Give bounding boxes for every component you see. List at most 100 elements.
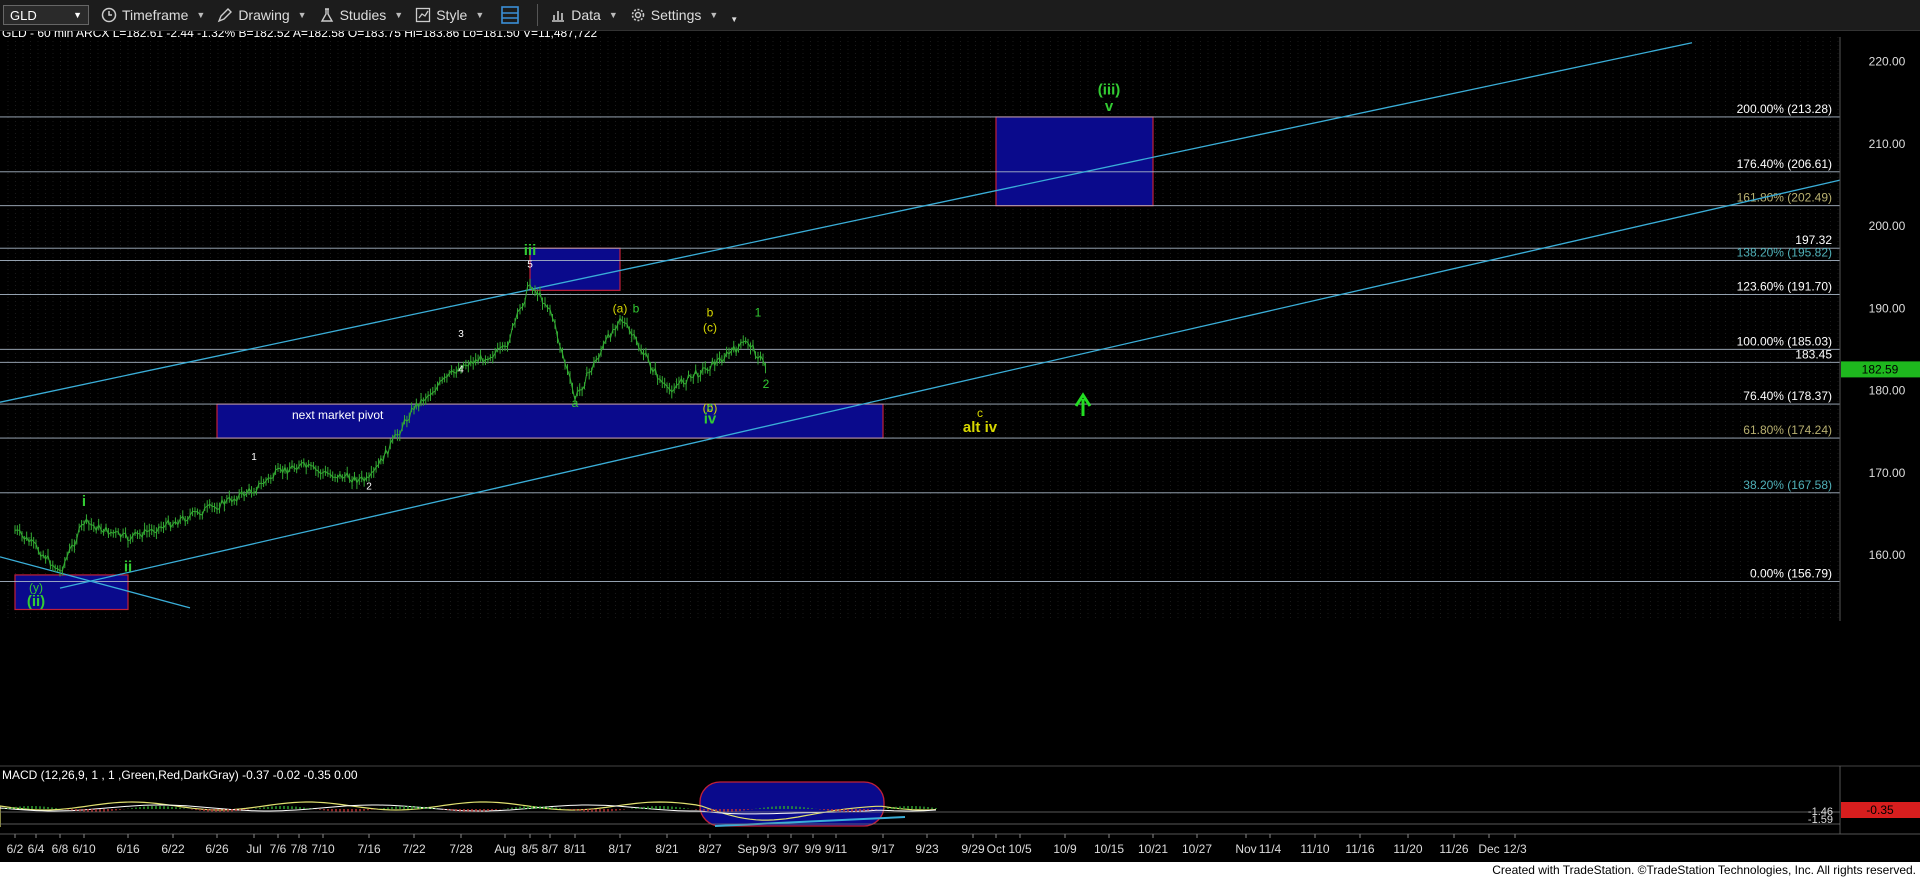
fib-label: 183.45 [1795,347,1832,361]
x-tick-label: 7/8 [291,842,308,856]
fib-label: 123.60% (191.70) [1737,279,1832,293]
x-tick-label: 6/26 [205,842,229,856]
y-tick-label: 200.00 [1869,219,1906,233]
timeframe-menu[interactable]: Timeframe ▼ [101,0,205,30]
toolbar-divider [537,4,539,26]
x-tick-label: 6/22 [161,842,185,856]
price-chart[interactable]: next market pivot 200.00% (213.28)176.40… [0,31,1920,862]
studies-label: Studies [339,7,387,23]
x-tick-label: 8/11 [564,842,587,856]
x-tick-label: 8/21 [655,842,679,856]
fib-label: 61.80% (174.24) [1743,423,1832,437]
fib-label: 0.00% (156.79) [1750,567,1832,581]
lower-channel-line [59,179,1841,589]
x-tick-label: 11/20 [1393,842,1422,856]
x-tick-label: 9/9 [805,842,822,856]
x-axis: 6/2 6/4 6/8 6/10 6/16 6/22 6/26 Jul 7/6 7/8 7/10 7/… [0,833,1920,856]
caret-icon: ▼ [196,10,206,20]
caret-small-icon: ▼ [730,14,739,24]
x-tick-label: 6/2 [7,842,24,856]
x-tick-label: 10/9 [1053,842,1077,856]
x-tick-label: Dec [1478,842,1499,856]
caret-icon: ▼ [608,10,618,20]
settings-menu[interactable]: Settings ▼ [630,0,718,30]
wave-label: (iii) [1098,82,1121,99]
gear-icon [631,8,645,22]
y-tick-label: 190.00 [1869,301,1906,315]
y-tick-label: 160.00 [1869,548,1906,562]
x-tick-label: 8/17 [608,842,632,856]
data-label: Data [571,7,601,23]
caret-icon: ▼ [394,10,404,20]
wave-label: 1 [251,452,257,463]
macd-axis-label: -1.59 [1808,814,1833,826]
y-tick-label: 170.00 [1869,466,1906,480]
wave-label: (a) [613,302,628,316]
x-tick-label: Jul [246,842,261,856]
copyright-text: Created with TradeStation. ©TradeStation… [1492,863,1916,877]
window-layout-icon [501,6,520,24]
x-tick-label: 8/27 [698,842,722,856]
wave-label: b [707,306,714,320]
toolbar-overflow[interactable]: ▼ [730,0,738,30]
symbol-selector[interactable]: GLD ▼ [3,5,89,25]
x-tick-label: 6/8 [52,842,69,856]
flask-icon [320,8,333,22]
symbol-label: GLD [10,7,37,23]
x-tick-label: 7/6 [270,842,287,856]
x-tick-label: 10/21 [1138,842,1168,856]
last-price-label: 182.59 [1862,362,1899,376]
settings-label: Settings [650,7,702,23]
fib-label: 76.40% (178.37) [1743,389,1832,403]
x-tick-label: 10/27 [1182,842,1212,856]
chart-style-icon [416,7,431,23]
drawing-menu[interactable]: Drawing ▼ [217,0,307,30]
chevron-down-icon: ▼ [73,10,82,20]
timeframe-label: Timeframe [122,7,189,23]
layout-button[interactable] [500,0,525,30]
x-tick-label: 11/4 [1259,842,1282,856]
wave-label: v [1105,98,1114,115]
x-tick-label: 12/3 [1503,842,1527,856]
x-tick-label: 9/3 [760,842,777,856]
wave-label: 2 [763,377,770,391]
fib-label: 176.40% (206.61) [1737,157,1832,171]
style-menu[interactable]: Style ▼ [415,0,484,30]
fib-label: 138.20% (195.82) [1737,246,1832,260]
pencil-icon [218,8,233,23]
x-tick-label: 11/10 [1300,842,1329,856]
data-menu[interactable]: Data ▼ [550,0,618,30]
x-tick-label: 11/26 [1439,842,1468,856]
box-label: next market pivot [292,408,384,422]
toolbar: GLD ▼ Timeframe ▼ Drawing ▼ Studies ▼ Style… [0,0,1920,31]
fib-label: 100.00% (185.03) [1737,334,1832,348]
x-tick-label: 9/17 [871,842,895,856]
channel-lines [0,42,1841,609]
wave-label: iv [704,411,717,428]
wave-label: i [82,493,86,510]
caret-icon: ▼ [475,10,485,20]
wave-label: 5 [527,259,533,270]
x-tick-label: Nov [1235,842,1256,856]
wave-label: iii [524,242,537,259]
studies-menu[interactable]: Studies ▼ [319,0,404,30]
wave-label: (c) [703,320,717,334]
x-tick-label: 9/11 [825,842,848,856]
drawing-label: Drawing [238,7,290,23]
x-tick-label: 6/10 [72,842,96,856]
target-box [529,247,621,291]
y-tick-label: 220.00 [1869,55,1906,69]
x-tick-label: Oct [987,842,1006,856]
chart-header: GLD - 60 min ARCX L=182.61 -2.44 -1.32% … [2,31,598,40]
bar-chart-icon [552,11,565,22]
x-tick-label: 9/7 [783,842,800,856]
x-tick-label: 7/28 [449,842,473,856]
x-tick-label: 6/16 [116,842,140,856]
target-box [995,116,1154,207]
x-tick-label: 9/29 [961,842,985,856]
wave-label: 4 [458,365,464,376]
wave-label: a [572,396,579,410]
wave-label: (ii) [27,593,45,610]
x-tick-label: 10/15 [1094,842,1124,856]
upper-channel-line [0,42,1693,403]
